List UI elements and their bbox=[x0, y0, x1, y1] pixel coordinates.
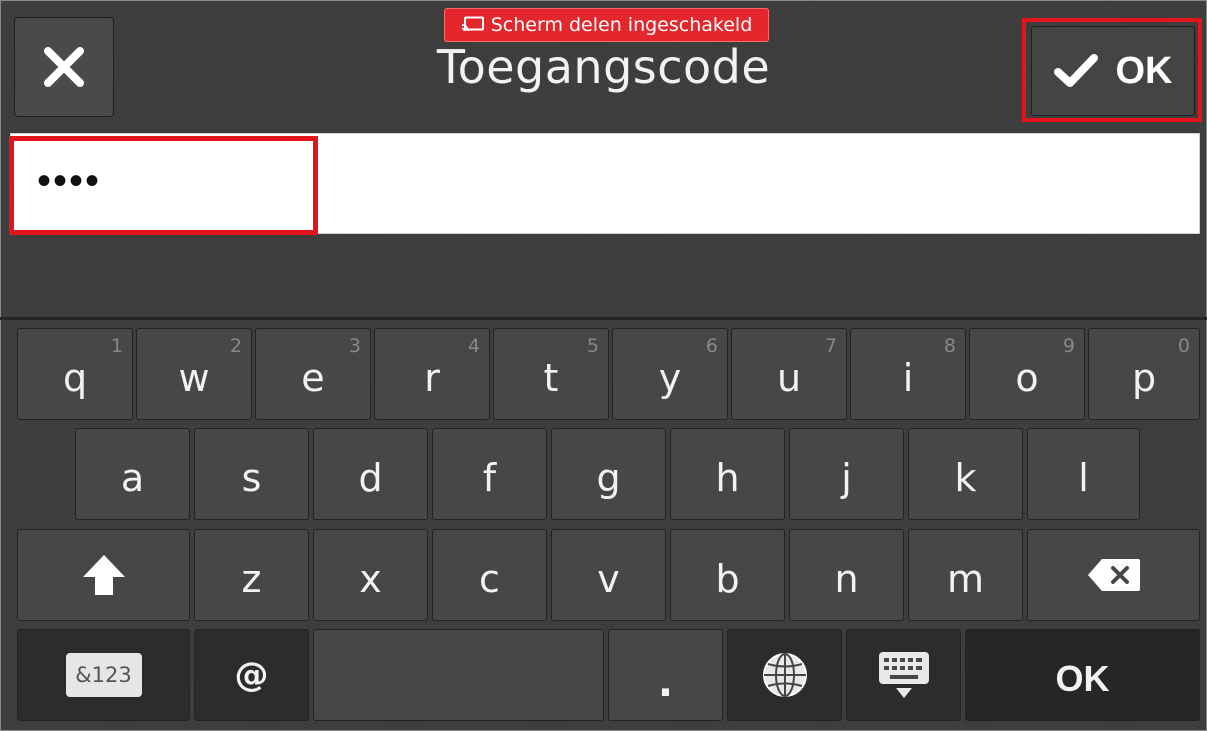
key-z[interactable]: z bbox=[194, 529, 309, 621]
key-number: 9 bbox=[1062, 335, 1075, 357]
key-b[interactable]: b bbox=[670, 529, 785, 621]
key-s[interactable]: s bbox=[194, 428, 309, 520]
close-button[interactable] bbox=[14, 17, 114, 117]
screen-share-badge: Scherm delen ingeschakeld bbox=[444, 8, 769, 42]
space-key[interactable] bbox=[313, 629, 604, 721]
key-j[interactable]: j bbox=[789, 428, 904, 520]
key-k[interactable]: k bbox=[908, 428, 1023, 520]
keyboard-ok-label: OK bbox=[1055, 658, 1110, 699]
screen-share-icon bbox=[461, 16, 484, 32]
key-label: q bbox=[62, 356, 88, 400]
key-label: i bbox=[902, 356, 914, 400]
key-label: x bbox=[359, 557, 382, 601]
key-label: d bbox=[358, 456, 383, 500]
page-title: Toegangscode bbox=[436, 40, 771, 94]
key-label: v bbox=[597, 557, 620, 601]
key-label: j bbox=[841, 456, 852, 500]
key-label: t bbox=[543, 356, 559, 400]
key-h[interactable]: h bbox=[670, 428, 785, 520]
key-y[interactable]: y6 bbox=[612, 328, 728, 420]
period-key[interactable]: . bbox=[608, 629, 723, 721]
key-d[interactable]: d bbox=[313, 428, 428, 520]
period-label: . bbox=[657, 660, 674, 706]
key-label: p bbox=[1131, 356, 1157, 400]
close-icon bbox=[44, 47, 84, 87]
key-u[interactable]: u7 bbox=[731, 328, 847, 420]
key-label: g bbox=[596, 456, 621, 500]
key-number: 3 bbox=[348, 335, 361, 357]
key-number: 7 bbox=[824, 335, 837, 357]
at-label: @ bbox=[234, 655, 269, 695]
key-number: 2 bbox=[229, 335, 242, 357]
key-label: z bbox=[241, 557, 262, 601]
language-key[interactable] bbox=[727, 629, 842, 721]
key-label: l bbox=[1078, 456, 1089, 500]
key-x[interactable]: x bbox=[313, 529, 428, 621]
key-label: n bbox=[834, 557, 859, 601]
hide-keyboard-key[interactable] bbox=[846, 629, 961, 721]
at-key[interactable]: @ bbox=[194, 629, 309, 721]
key-m[interactable]: m bbox=[908, 529, 1023, 621]
keyboard-divider bbox=[0, 317, 1207, 320]
key-n[interactable]: n bbox=[789, 529, 904, 621]
key-number: 1 bbox=[110, 335, 123, 357]
key-label: h bbox=[715, 456, 740, 500]
backspace-key[interactable] bbox=[1027, 529, 1200, 621]
key-label: r bbox=[424, 356, 440, 400]
symbols-key[interactable]: &123 bbox=[17, 629, 190, 721]
key-label: w bbox=[178, 356, 210, 400]
key-number: 6 bbox=[705, 335, 718, 357]
key-number: 0 bbox=[1177, 335, 1190, 357]
key-v[interactable]: v bbox=[551, 529, 666, 621]
key-i[interactable]: i8 bbox=[850, 328, 966, 420]
key-number: 5 bbox=[586, 335, 599, 357]
key-label: m bbox=[946, 557, 985, 601]
access-code-highlight bbox=[9, 136, 318, 235]
key-w[interactable]: w2 bbox=[136, 328, 252, 420]
shift-icon bbox=[82, 555, 125, 595]
share-badge-label: Scherm delen ingeschakeld bbox=[490, 14, 753, 36]
shift-key[interactable] bbox=[17, 529, 190, 621]
key-label: b bbox=[715, 557, 740, 601]
key-g[interactable]: g bbox=[551, 428, 666, 520]
key-e[interactable]: e3 bbox=[255, 328, 371, 420]
ok-button-highlight bbox=[1022, 18, 1202, 122]
key-p[interactable]: p0 bbox=[1088, 328, 1200, 420]
key-label: s bbox=[241, 456, 262, 500]
key-label: e bbox=[301, 356, 325, 400]
key-label: k bbox=[954, 456, 977, 500]
key-label: y bbox=[658, 356, 682, 400]
key-t[interactable]: t5 bbox=[493, 328, 609, 420]
key-f[interactable]: f bbox=[432, 428, 547, 520]
keyboard-ok-key[interactable]: OK bbox=[965, 629, 1200, 721]
key-label: f bbox=[482, 456, 497, 500]
key-l[interactable]: l bbox=[1027, 428, 1140, 520]
key-label: u bbox=[776, 356, 802, 400]
key-label: o bbox=[1015, 356, 1039, 400]
key-r[interactable]: r4 bbox=[374, 328, 490, 420]
keyboard-hide-icon bbox=[878, 652, 929, 698]
key-number: 4 bbox=[467, 335, 480, 357]
key-o[interactable]: o9 bbox=[969, 328, 1085, 420]
symbols-label: &123 bbox=[65, 653, 142, 697]
key-q[interactable]: q1 bbox=[17, 328, 133, 420]
key-a[interactable]: a bbox=[75, 428, 190, 520]
key-number: 8 bbox=[943, 335, 956, 357]
globe-icon bbox=[762, 653, 807, 697]
key-label: a bbox=[120, 456, 145, 500]
key-label: c bbox=[479, 557, 500, 601]
backspace-icon bbox=[1087, 559, 1140, 591]
key-c[interactable]: c bbox=[432, 529, 547, 621]
